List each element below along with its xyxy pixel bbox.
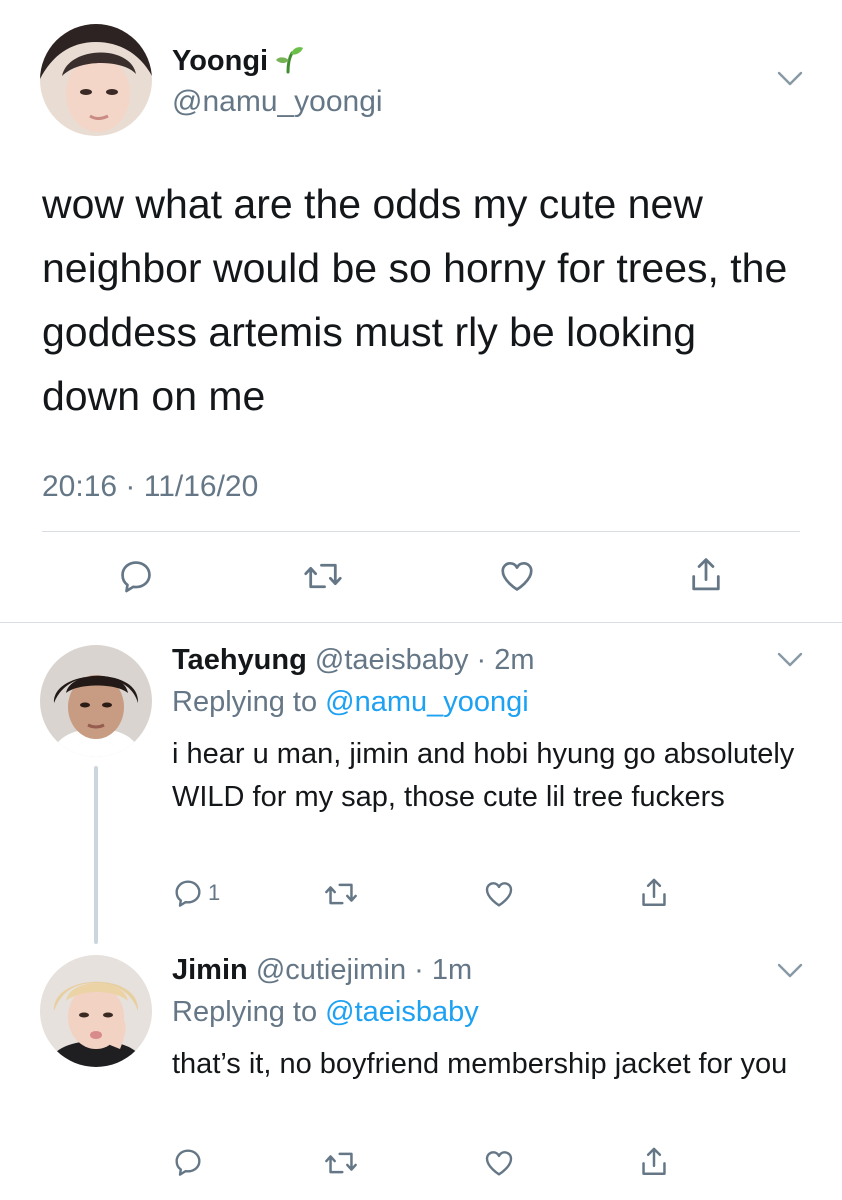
replying-to: Replying to @namu_yoongi <box>172 686 529 719</box>
reply-button[interactable] <box>172 1146 204 1178</box>
reply-time[interactable]: 1m <box>432 954 472 986</box>
reply-button[interactable]: 1 <box>172 877 220 909</box>
reply-display-name[interactable]: Taehyung <box>172 644 307 676</box>
share-icon <box>642 878 666 907</box>
divider <box>0 622 842 623</box>
replying-prefix: Replying to <box>172 996 326 1028</box>
replying-prefix: Replying to <box>172 686 326 718</box>
author-name[interactable]: Yoongi <box>172 44 304 78</box>
reply-header: Jimin @cutiejimin · 1m <box>172 954 472 987</box>
retweet-icon <box>304 563 342 589</box>
reply-count: 1 <box>208 880 221 905</box>
reply-icon <box>175 1149 201 1176</box>
tweet-timestamp[interactable]: 20:16 · 11/16/20 <box>42 470 258 504</box>
author-handle[interactable]: @namu_yoongi <box>172 85 383 119</box>
retweet-button[interactable] <box>324 1147 358 1179</box>
yoongi-avatar[interactable] <box>40 24 152 136</box>
seedling-icon <box>274 44 304 74</box>
retweet-button[interactable] <box>303 557 343 595</box>
retweet-icon <box>325 883 357 905</box>
like-icon <box>485 1151 513 1176</box>
meta-separator: · <box>406 954 432 986</box>
reply-text: i hear u man, jimin and hobi hyung go ab… <box>172 738 795 813</box>
meta-separator: · <box>468 644 495 676</box>
reply-handle[interactable]: @taeisbaby <box>315 644 469 676</box>
retweet-button[interactable] <box>324 878 358 910</box>
retweet-icon <box>325 1152 357 1174</box>
like-button[interactable] <box>482 1147 516 1179</box>
replying-to-link[interactable]: @taeisbaby <box>325 996 479 1028</box>
divider <box>42 531 800 532</box>
reply-icon <box>121 561 151 593</box>
share-button[interactable] <box>687 555 725 595</box>
chevron-down-icon[interactable] <box>776 962 804 980</box>
like-button[interactable] <box>482 878 516 910</box>
share-icon <box>642 1147 666 1176</box>
share-icon <box>692 558 720 591</box>
author-display-name: Yoongi <box>172 45 269 77</box>
reply-handle[interactable]: @cutiejimin <box>256 954 406 986</box>
like-icon <box>485 882 513 907</box>
reply-button[interactable] <box>117 557 155 595</box>
reply-time[interactable]: 2m <box>494 644 534 676</box>
replying-to-link[interactable]: @namu_yoongi <box>325 686 529 718</box>
chevron-down-icon[interactable] <box>776 651 804 669</box>
share-button[interactable] <box>638 1145 670 1179</box>
tweet-text: wow what are the odds my cute new neighb… <box>42 181 788 419</box>
reply-icon <box>175 880 201 907</box>
like-button[interactable] <box>497 557 537 595</box>
jimin-avatar[interactable] <box>40 955 152 1067</box>
reply-header: Taehyung @taeisbaby · 2m <box>172 644 535 677</box>
share-button[interactable] <box>638 876 670 910</box>
replying-to: Replying to @taeisbaby <box>172 996 479 1029</box>
like-icon <box>501 561 533 591</box>
chevron-down-icon[interactable] <box>776 70 804 88</box>
taehyung-avatar[interactable] <box>40 645 152 757</box>
reply-display-name[interactable]: Jimin <box>172 954 248 986</box>
thread-line <box>94 766 98 944</box>
reply-text: that’s it, no boyfriend membership jacke… <box>172 1048 788 1080</box>
